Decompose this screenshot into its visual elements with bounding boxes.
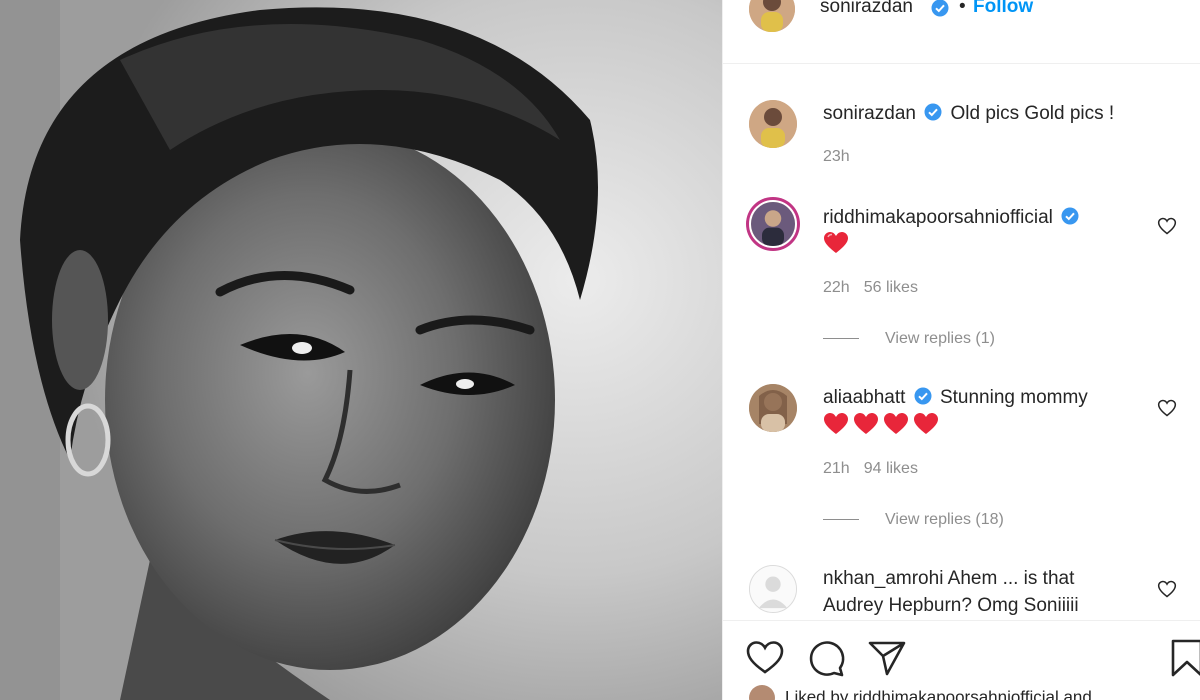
- comment-text: riddhimakapoorsahniofficial: [823, 204, 1079, 231]
- commenter-username[interactable]: riddhimakapoorsahniofficial: [823, 207, 1053, 228]
- view-replies-button[interactable]: View replies (1): [823, 330, 995, 348]
- heart-icon[interactable]: [745, 638, 785, 678]
- comment-emoji: [823, 231, 849, 255]
- comment-likes[interactable]: 94 likes: [864, 460, 918, 477]
- red-heart-icon: [854, 413, 878, 434]
- comment-body: Ahem ... is that: [947, 568, 1075, 589]
- comment-time: 21h: [823, 460, 850, 477]
- comment-text: aliaabhatt Stunning mommy: [823, 384, 1088, 411]
- caption-username[interactable]: sonirazdan: [823, 103, 916, 124]
- comment-meta: 22h 56 likes: [823, 279, 918, 297]
- view-replies-button[interactable]: View replies (18): [823, 511, 1004, 529]
- red-heart-icon: [914, 413, 938, 434]
- replies-divider: [823, 338, 859, 340]
- caption-text: sonirazdan Old pics Gold pics !: [823, 100, 1114, 127]
- comment-meta: 21h 94 likes: [823, 460, 918, 478]
- caption-body: Old pics Gold pics !: [950, 103, 1115, 124]
- like-comment-heart-icon[interactable]: [1157, 216, 1177, 236]
- comments-panel: sonirazdan • Follow sonirazdan Old pics …: [722, 0, 1200, 700]
- view-replies-label[interactable]: View replies (18): [885, 511, 1004, 528]
- replies-divider: [823, 519, 859, 521]
- commenter-avatar[interactable]: [749, 200, 797, 248]
- bookmark-icon[interactable]: [1167, 638, 1200, 678]
- commenter-avatar[interactable]: [749, 384, 797, 432]
- commenter-username[interactable]: nkhan_amrohi: [823, 568, 943, 589]
- separator-dot: •: [959, 0, 966, 17]
- comment-time: 22h: [823, 279, 850, 296]
- comment-text: nkhan_amrohi Ahem ... is that Audrey Hep…: [823, 565, 1079, 619]
- comment-body: Stunning mommy: [939, 387, 1088, 408]
- like-comment-heart-icon[interactable]: [1157, 398, 1177, 418]
- post-photo[interactable]: [0, 0, 722, 700]
- follow-button[interactable]: Follow: [973, 0, 1033, 18]
- comment-body-line2: Audrey Hepburn? Omg Soniiiii: [823, 595, 1079, 616]
- liked-by-avatar: [749, 685, 775, 700]
- verified-badge-icon: [931, 0, 949, 22]
- red-heart-icon: [824, 413, 848, 434]
- view-replies-label[interactable]: View replies (1): [885, 330, 995, 347]
- red-heart-icon: [824, 232, 848, 253]
- default-avatar-icon[interactable]: [749, 565, 797, 613]
- verified-badge-icon: [914, 387, 932, 405]
- verified-badge-icon: [924, 103, 942, 121]
- caption-time: 23h: [823, 148, 850, 165]
- share-icon[interactable]: [867, 638, 907, 678]
- author-username[interactable]: sonirazdan: [820, 0, 913, 18]
- commenter-username[interactable]: aliaabhatt: [823, 387, 905, 408]
- like-comment-heart-icon[interactable]: [1157, 579, 1177, 599]
- red-heart-icon: [884, 413, 908, 434]
- comment-emoji: [823, 412, 939, 436]
- liked-by-summary[interactable]: Liked by riddhimakapoorsahniofficial and: [749, 685, 1092, 700]
- comment-likes[interactable]: 56 likes: [864, 279, 918, 296]
- caption-avatar[interactable]: [749, 100, 797, 148]
- author-avatar[interactable]: [749, 0, 795, 32]
- verified-badge-icon: [1061, 207, 1079, 225]
- liked-by-text[interactable]: Liked by riddhimakapoorsahniofficial and: [785, 687, 1092, 700]
- post-header: sonirazdan • Follow: [723, 0, 1200, 64]
- portrait-image: [0, 0, 722, 700]
- comment-icon[interactable]: [806, 638, 846, 678]
